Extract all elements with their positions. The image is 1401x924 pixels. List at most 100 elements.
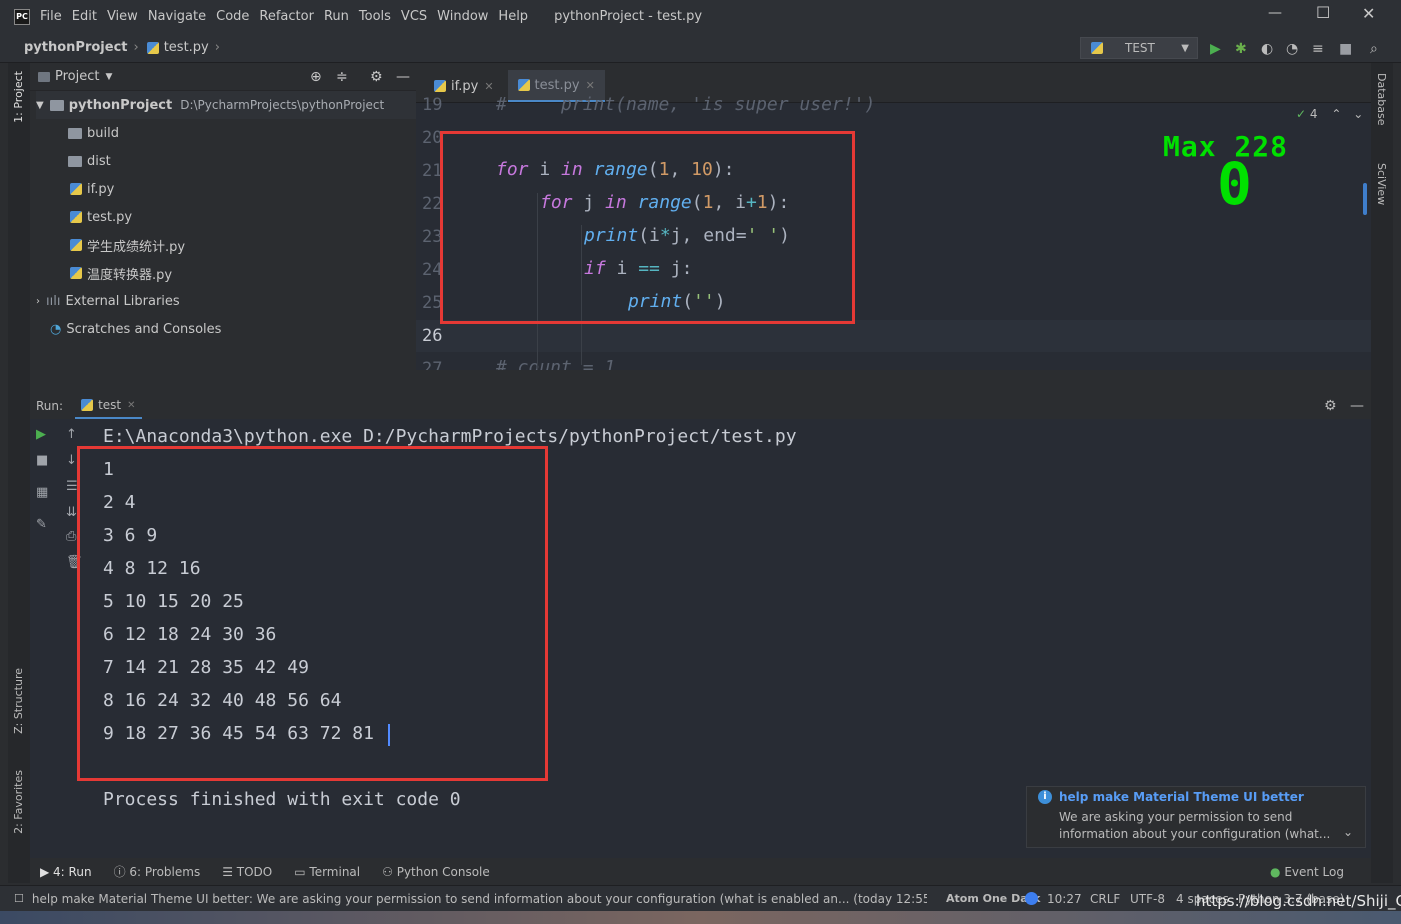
tab-label: if.py	[451, 78, 479, 94]
layout-icon[interactable]: ▦	[36, 485, 48, 500]
menu-help[interactable]: Help	[498, 9, 528, 24]
tree-item-build[interactable]: build	[68, 119, 119, 147]
close-icon[interactable]: ✕	[1362, 4, 1375, 23]
menu-window[interactable]: Window	[437, 9, 488, 24]
chevron-up-icon[interactable]: ⌃	[1331, 107, 1341, 121]
tree-item-scratches[interactable]: ◔ Scratches and Consoles	[50, 315, 221, 343]
tool-tab-label: Python Console	[396, 864, 490, 879]
right-tool-strip: Database SciView	[1363, 63, 1393, 883]
menu-file[interactable]: File	[40, 9, 62, 24]
debug-icon[interactable]: ✱	[1235, 41, 1247, 57]
scroll-marker	[1363, 183, 1367, 215]
chevron-down-icon[interactable]: ▼	[36, 100, 44, 111]
tree-item-label: test.py	[87, 209, 133, 225]
maximize-icon[interactable]: ☐	[1316, 3, 1330, 22]
tree-item-temp-converter[interactable]: 温度转换器.py	[70, 259, 172, 287]
gear-icon[interactable]: ⚙	[1324, 398, 1337, 414]
tool-tab-python-console[interactable]: ⚇ Python Console	[382, 865, 490, 879]
tool-window-project[interactable]: 1: Project	[12, 71, 25, 123]
breadcrumb-project[interactable]: pythonProject	[24, 40, 128, 55]
tool-tab-terminal[interactable]: ▭ Terminal	[294, 865, 360, 879]
tool-tab-run[interactable]: ▶ 4: Run	[40, 865, 92, 879]
menu-run[interactable]: Run	[324, 9, 349, 24]
tree-item-external-libraries[interactable]: › ıılı External Libraries	[36, 287, 180, 315]
hide-icon[interactable]: —	[396, 69, 410, 85]
desktop-taskbar-strip	[0, 911, 1401, 924]
menu-code[interactable]: Code	[216, 9, 249, 24]
hide-icon[interactable]: —	[1350, 398, 1364, 414]
locate-icon[interactable]: ⊕	[310, 69, 322, 85]
profile-icon[interactable]: ◔	[1286, 41, 1298, 57]
menu-edit[interactable]: Edit	[72, 9, 97, 24]
tree-item-if-py[interactable]: if.py	[70, 175, 114, 203]
tree-item-grade-stats[interactable]: 学生成绩统计.py	[70, 231, 185, 259]
tool-tab-event-log[interactable]: ● Event Log	[1270, 865, 1344, 879]
line-separator[interactable]: CRLF	[1090, 892, 1120, 906]
run-icon[interactable]: ▶	[1210, 41, 1221, 57]
breadcrumb-file[interactable]: test.py	[164, 40, 209, 55]
coverage-icon[interactable]: ◐	[1261, 41, 1273, 57]
folder-icon	[68, 127, 82, 139]
arrow-up-icon[interactable]: ↑	[66, 427, 77, 442]
run-panel-header: Run: test ✕ ⚙ —	[30, 393, 1371, 419]
rerun-icon[interactable]: ▶	[36, 427, 46, 442]
chevron-down-icon[interactable]: ⌄	[1353, 107, 1363, 121]
gear-icon[interactable]: ⚙	[370, 69, 383, 85]
pin-icon[interactable]: ✎	[36, 517, 47, 532]
tool-tab-problems[interactable]: ⓘ 6: Problems	[114, 863, 201, 880]
tree-item-label: build	[87, 125, 119, 141]
notification-balloon[interactable]: i help make Material Theme UI better We …	[1026, 786, 1366, 848]
status-toggle-icon[interactable]: ☐	[14, 892, 24, 905]
soft-wrap-icon[interactable]: ☰	[66, 479, 78, 494]
notification-title[interactable]: help make Material Theme UI better	[1059, 790, 1304, 804]
tool-window-structure[interactable]: Z: Structure	[12, 668, 25, 734]
inspection-widget[interactable]: ✓ 4 ⌃ ⌄	[1296, 107, 1363, 121]
navigation-bar: pythonProject › test.py › TEST ▼ ▶ ✱ ◐ ◔…	[0, 33, 1401, 63]
tool-tab-todo[interactable]: ☰ TODO	[222, 865, 272, 879]
stop-icon[interactable]: ■	[36, 453, 48, 468]
close-tab-icon[interactable]: ✕	[586, 79, 595, 92]
scroll-end-icon[interactable]: ⇊	[66, 505, 77, 520]
tool-window-tabs: ▶ 4: Run ⓘ 6: Problems ☰ TODO ▭ Terminal…	[30, 858, 1371, 885]
minimize-icon[interactable]: —	[1268, 5, 1282, 21]
python-file-icon	[146, 41, 159, 54]
run-tab-test[interactable]: test ✕	[75, 393, 142, 419]
current-score: 0	[1217, 150, 1252, 218]
tool-tab-label: Terminal	[309, 864, 361, 879]
python-file-icon	[70, 239, 82, 251]
tool-window-favorites[interactable]: 2: Favorites	[12, 770, 25, 834]
menu-tools[interactable]: Tools	[359, 9, 391, 24]
chevron-down-icon[interactable]: ⌄	[1343, 825, 1353, 839]
run-tab-label: test	[98, 398, 122, 412]
project-view-label[interactable]: Project	[55, 69, 99, 84]
stop-icon[interactable]: ■	[1339, 41, 1352, 57]
status-message[interactable]: help make Material Theme UI better: We a…	[32, 892, 927, 906]
search-icon[interactable]: ⌕	[1370, 41, 1378, 57]
menu-vcs[interactable]: VCS	[401, 9, 427, 24]
print-icon[interactable]: ⎙	[66, 529, 76, 544]
tool-window-sciview[interactable]: SciView	[1375, 163, 1388, 205]
chevron-down-icon[interactable]: ▼	[105, 72, 112, 82]
caret-position[interactable]: 10:27	[1047, 892, 1082, 906]
tree-item-dist[interactable]: dist	[68, 147, 111, 175]
close-tab-icon[interactable]: ✕	[127, 400, 135, 411]
tree-root[interactable]: ▼ pythonProject D:\PycharmProjects\pytho…	[36, 91, 416, 119]
console-command: E:\Anaconda3\python.exe D:/PycharmProjec…	[103, 426, 797, 447]
collapse-icon[interactable]: ≑	[336, 69, 348, 85]
window-title: pythonProject - test.py	[554, 9, 703, 24]
menu-refactor[interactable]: Refactor	[259, 9, 314, 24]
close-tab-icon[interactable]: ✕	[484, 80, 493, 93]
run-config-select[interactable]: TEST ▼	[1080, 37, 1198, 59]
left-tool-strip: 1: Project Z: Structure 2: Favorites	[8, 63, 30, 883]
menu-view[interactable]: View	[107, 9, 138, 24]
build-icon[interactable]: ≡	[1312, 41, 1324, 57]
tree-item-label: if.py	[87, 181, 115, 197]
console-exit-message: Process finished with exit code 0	[103, 789, 461, 810]
tree-item-test-py[interactable]: test.py	[70, 203, 132, 231]
chevron-right-icon[interactable]: ›	[36, 296, 40, 307]
file-encoding[interactable]: UTF-8	[1130, 892, 1165, 906]
tree-item-label: dist	[87, 153, 111, 169]
menu-navigate[interactable]: Navigate	[148, 9, 206, 24]
arrow-down-icon[interactable]: ↓	[66, 453, 77, 468]
tool-window-database[interactable]: Database	[1375, 73, 1388, 126]
